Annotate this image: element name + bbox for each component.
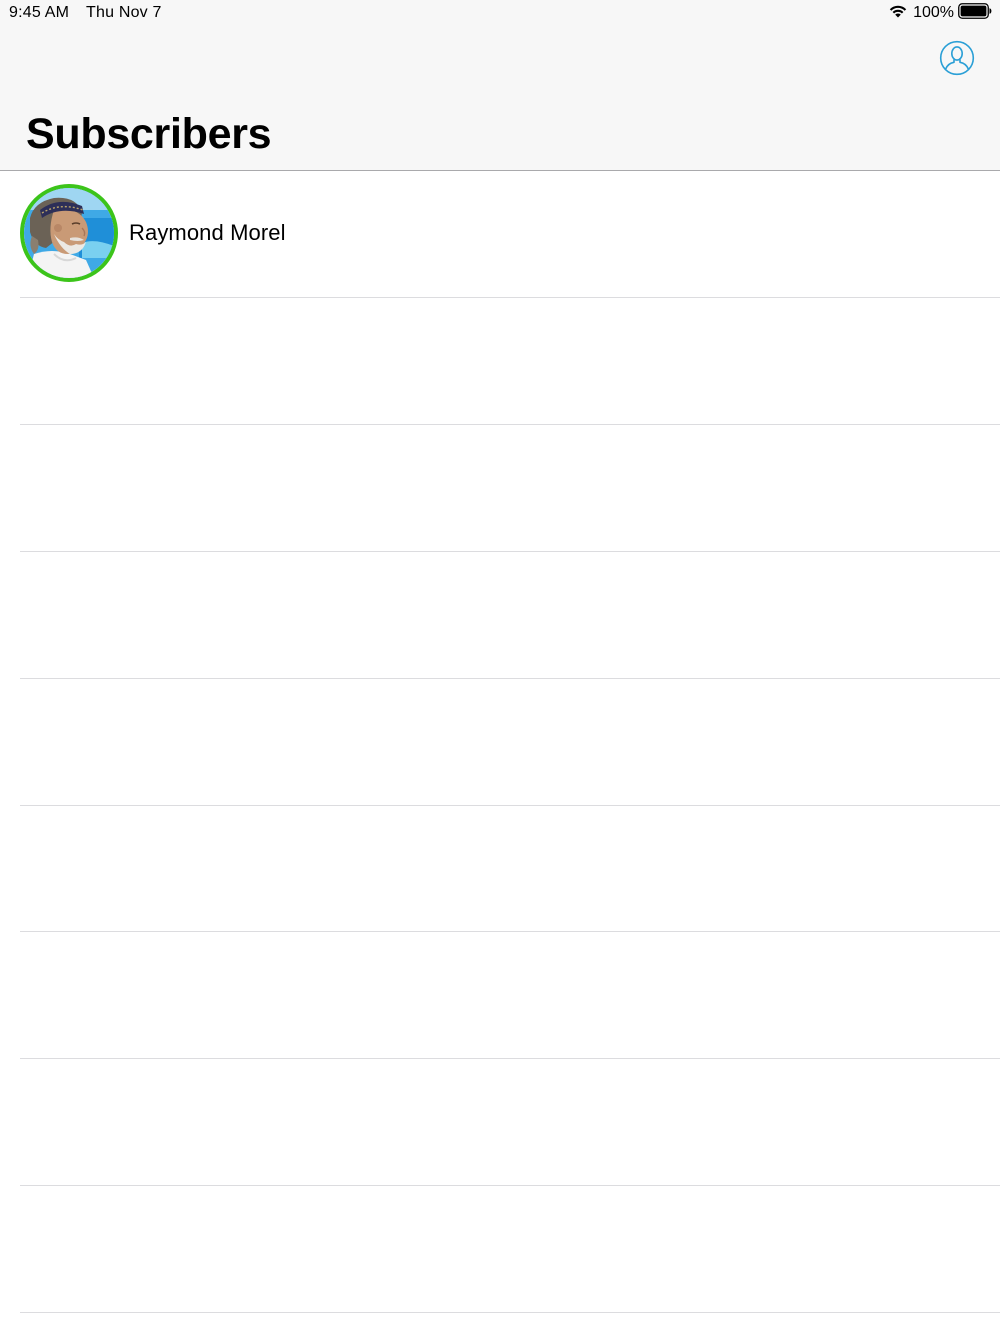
status-time: 9:45 AM — [9, 4, 70, 21]
person-circle-icon — [939, 40, 975, 76]
subscriber-avatar — [20, 184, 118, 282]
empty-row — [20, 425, 1000, 552]
status-right-group: 100% — [888, 2, 992, 24]
battery-percent: 100% — [913, 4, 954, 21]
status-bar: 9:45 AM Thu Nov 7 100% — [0, 0, 1000, 26]
battery-icon — [958, 2, 992, 24]
empty-row — [20, 298, 1000, 425]
empty-row — [20, 552, 1000, 679]
navigation-bar: Subscribers — [0, 26, 1000, 171]
wifi-icon — [888, 3, 913, 24]
empty-row — [20, 1186, 1000, 1313]
page-title: Subscribers — [26, 110, 272, 158]
subscriber-name: Raymond Morel — [129, 220, 286, 245]
empty-row — [20, 805, 1000, 932]
profile-button[interactable] — [939, 40, 975, 76]
subscribers-table[interactable]: Raymond Morel — [0, 171, 1000, 1333]
empty-row — [20, 679, 1000, 806]
subscribers-screen: 9:45 AM Thu Nov 7 100% Subscribers Raymo… — [0, 0, 1000, 1333]
empty-row — [20, 932, 1000, 1059]
person-photo — [24, 188, 114, 278]
subscriber-row[interactable]: Raymond Morel — [20, 171, 1000, 298]
empty-row — [20, 1059, 1000, 1186]
status-date: Thu Nov 7 — [86, 4, 162, 21]
